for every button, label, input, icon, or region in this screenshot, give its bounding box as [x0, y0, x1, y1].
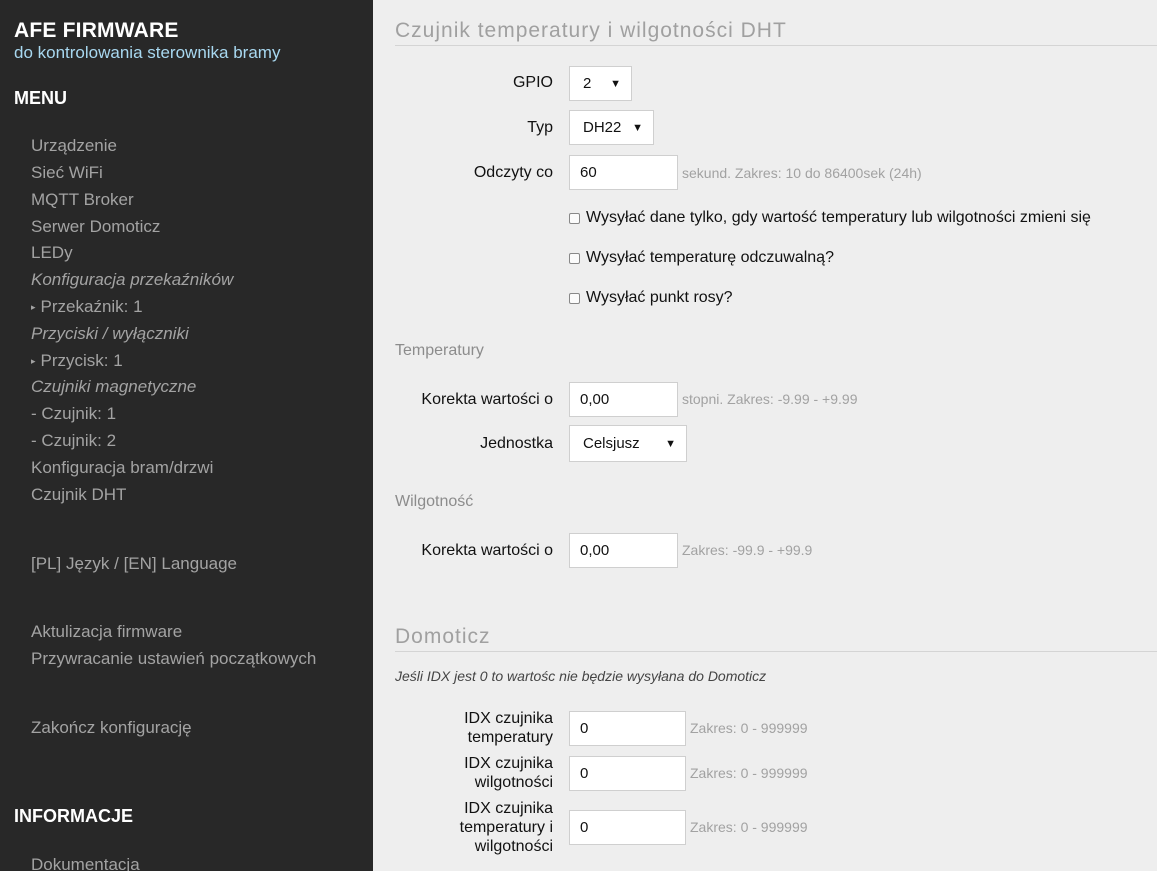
idx-humidity-hint: Zakres: 0 - 999999 [690, 765, 808, 781]
send-dew-point-checkbox[interactable]: Wysyłać punkt rosy? [569, 289, 733, 307]
dropdown-arrow-icon: ▼ [610, 77, 621, 90]
sidebar-item-factory-reset[interactable]: Przywracanie ustawień początkowych [31, 649, 316, 669]
label-line: IDX czujnika [464, 710, 553, 727]
temperature-heading: Temperatury [395, 342, 484, 359]
checkbox-label: Wysyłać dane tylko, gdy wartość temperat… [586, 209, 1091, 226]
unit-value: Celsjusz [583, 435, 640, 452]
sidebar-item-documentation[interactable]: Dokumentacja [31, 855, 140, 871]
temperature-correction-value: 0,00 [580, 391, 610, 408]
gpio-select[interactable]: 2 ▼ [569, 66, 632, 101]
idx-temperature-input[interactable]: 0 [569, 711, 686, 746]
interval-label: Odczyty co [473, 164, 553, 181]
idx-temperature-hint: Zakres: 0 - 999999 [690, 720, 808, 736]
unit-select[interactable]: Celsjusz ▼ [569, 425, 687, 462]
domoticz-note: Jeśli IDX jest 0 to wartośc nie będzie w… [395, 668, 767, 684]
label-line: temperatury [467, 729, 553, 746]
label-line: temperatury i [459, 819, 553, 836]
idx-temp-humidity-hint: Zakres: 0 - 999999 [690, 819, 808, 835]
type-value: DH22 [583, 119, 622, 136]
sidebar-item-finish[interactable]: Zakończ konfigurację [31, 718, 192, 738]
sidebar-item-wifi[interactable]: Sieć WiFi [31, 163, 103, 183]
sidebar-item-gate-config[interactable]: Konfiguracja bram/drzwi [31, 458, 213, 478]
sidebar-item-firmware-update[interactable]: Aktulizacja firmware [31, 622, 182, 642]
gpio-label: GPIO [512, 74, 553, 91]
checkbox-box[interactable] [569, 212, 580, 224]
brand-title: AFE FIRMWARE [14, 19, 179, 42]
label-line: IDX czujnika [464, 755, 553, 772]
dropdown-arrow-icon: ▼ [665, 437, 676, 450]
idx-humidity-value: 0 [580, 765, 589, 782]
sidebar: AFE FIRMWARE do kontrolowania sterownika… [0, 0, 373, 871]
temperature-correction-input[interactable]: 0,00 [569, 382, 678, 417]
temperature-correction-label: Korekta wartości o [421, 391, 553, 408]
sidebar-item-dht[interactable]: Czujnik DHT [31, 485, 126, 505]
idx-temperature-value: 0 [580, 720, 589, 737]
main-content: Czujnik temperatury i wilgotności DHT GP… [373, 0, 1157, 871]
label-line: wilgotności [474, 838, 553, 855]
gpio-value: 2 [583, 75, 592, 92]
temperature-correction-hint: stopni. Zakres: -9.99 - +9.99 [682, 391, 858, 407]
type-select[interactable]: DH22 ▼ [569, 110, 654, 145]
sidebar-section-magnetic-sensors: Czujniki magnetyczne [31, 377, 197, 396]
brand-subtitle: do kontrolowania sterownika bramy [14, 43, 281, 62]
type-label: Typ [527, 119, 553, 136]
interval-value: 60 [580, 164, 597, 181]
sidebar-item-relay-1[interactable]: ▸ Przekaźnik: 1 [31, 297, 143, 317]
sidebar-item-mqtt[interactable]: MQTT Broker [31, 190, 134, 210]
idx-temperature-label: IDX czujnika temperatury [373, 709, 553, 747]
checkbox-box[interactable] [569, 252, 580, 264]
idx-humidity-label: IDX czujnika wilgotności [373, 754, 553, 792]
label-line: wilgotności [474, 774, 553, 791]
menu-heading: MENU [14, 88, 67, 108]
sidebar-item-button-1[interactable]: ▸ Przycisk: 1 [31, 351, 123, 371]
sidebar-item-leds[interactable]: LEDy [31, 243, 73, 263]
sidebar-section-relays: Konfiguracja przekaźników [31, 270, 234, 289]
domoticz-section-title: Domoticz [395, 625, 1157, 652]
sidebar-item-device[interactable]: Urządzenie [31, 136, 117, 156]
checkbox-label: Wysyłać punkt rosy? [586, 289, 733, 306]
send-on-change-checkbox[interactable]: Wysyłać dane tylko, gdy wartość temperat… [569, 209, 1091, 227]
sidebar-item-sensor-1[interactable]: - Czujnik: 1 [31, 404, 116, 424]
triangle-bullet-icon: ▸ [31, 302, 36, 312]
interval-hint: sekund. Zakres: 10 do 86400sek (24h) [682, 165, 922, 181]
idx-temp-humidity-label: IDX czujnika temperatury i wilgotności [373, 799, 553, 856]
send-heat-index-checkbox[interactable]: Wysyłać temperaturę odczuwalną? [569, 249, 834, 267]
sidebar-item-sensor-2[interactable]: - Czujnik: 2 [31, 431, 116, 451]
sidebar-item-language[interactable]: [PL] Język / [EN] Language [31, 554, 237, 574]
interval-input[interactable]: 60 [569, 155, 678, 190]
label-line: IDX czujnika [464, 800, 553, 817]
humidity-correction-value: 0,00 [580, 542, 610, 559]
checkbox-label: Wysyłać temperaturę odczuwalną? [586, 249, 834, 266]
humidity-correction-label: Korekta wartości o [421, 542, 553, 559]
humidity-correction-hint: Zakres: -99.9 - +99.9 [682, 542, 813, 558]
dropdown-arrow-icon: ▼ [632, 121, 643, 134]
idx-humidity-input[interactable]: 0 [569, 756, 686, 791]
sidebar-item-label: Przekaźnik: 1 [40, 297, 143, 316]
unit-label: Jednostka [480, 435, 553, 452]
info-heading: INFORMACJE [14, 806, 134, 826]
sidebar-item-domoticz[interactable]: Serwer Domoticz [31, 217, 160, 237]
dht-section-title: Czujnik temperatury i wilgotności DHT [395, 19, 1157, 46]
triangle-bullet-icon: ▸ [31, 356, 36, 366]
humidity-correction-input[interactable]: 0,00 [569, 533, 678, 568]
sidebar-item-label: Przycisk: 1 [40, 351, 123, 370]
idx-temp-humidity-input[interactable]: 0 [569, 810, 686, 845]
idx-temp-humidity-value: 0 [580, 819, 589, 836]
humidity-heading: Wilgotność [395, 493, 474, 510]
checkbox-box[interactable] [569, 292, 580, 304]
sidebar-section-buttons: Przyciski / wyłączniki [31, 324, 189, 343]
